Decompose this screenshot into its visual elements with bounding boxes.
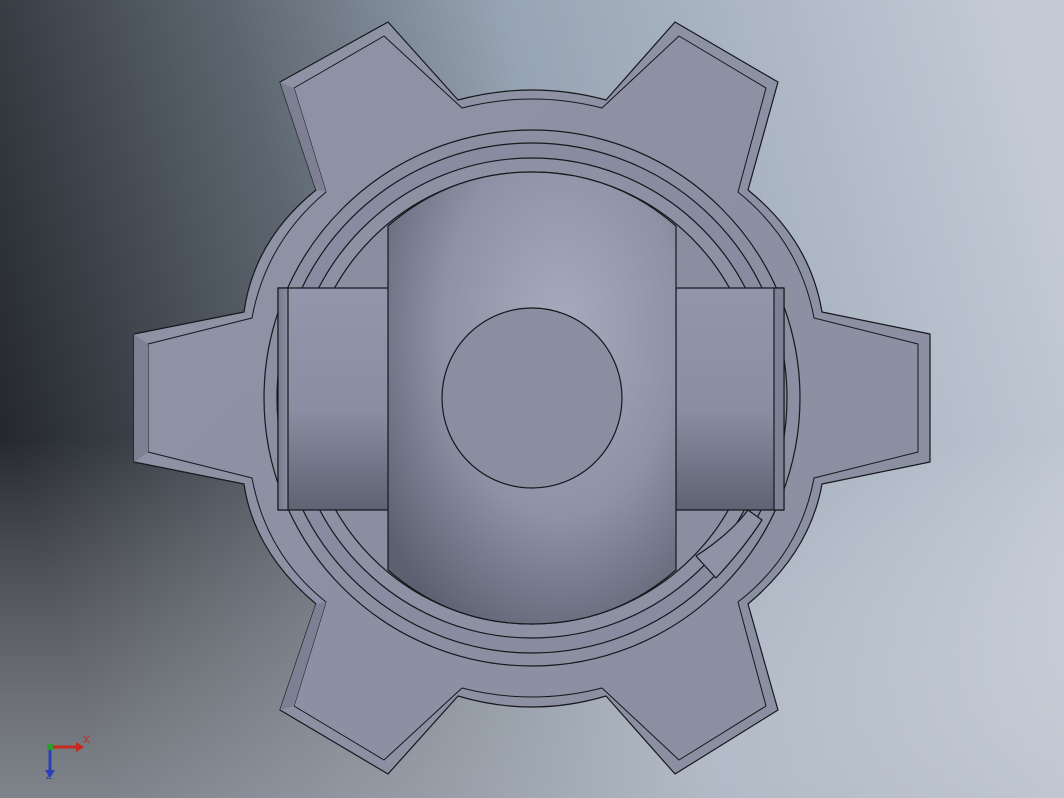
triad-z-label: Z (46, 771, 53, 782)
pin-right-cap (773, 287, 785, 511)
viewport-canvas[interactable] (0, 0, 1064, 798)
pin-left-cap (277, 287, 289, 511)
reference-triad: X Z (40, 730, 100, 790)
tooth-shade-left (134, 334, 148, 462)
pin-right[interactable] (675, 287, 785, 511)
cad-graphics-viewport[interactable]: X Z (0, 0, 1064, 798)
pin-left[interactable] (277, 287, 391, 511)
triad-x-label: X (83, 735, 90, 746)
triad-y-axis (47, 744, 53, 750)
center-bore[interactable] (441, 307, 623, 489)
